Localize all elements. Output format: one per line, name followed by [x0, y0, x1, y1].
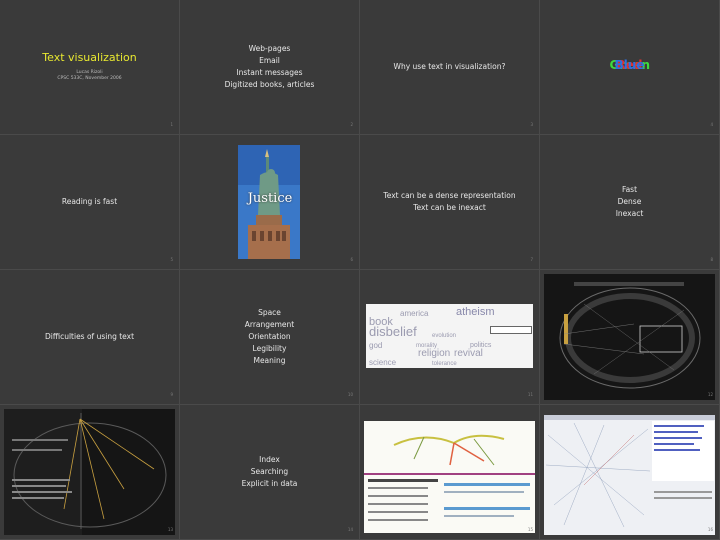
slide-line: Legibility: [252, 344, 287, 353]
slide-thumbnail-11[interactable]: atheism america book disbelief god relig…: [360, 270, 539, 404]
slide-text: Why use text in visualization?: [393, 62, 506, 71]
slide-number: 13: [167, 527, 173, 532]
slide-text: Difficulties of using text: [44, 332, 135, 341]
slide-line: Inexact: [615, 209, 644, 218]
presentation-title: Text visualization: [42, 51, 137, 64]
tag-word: disbelief: [369, 324, 417, 339]
slide-line: Text can be a dense representation: [383, 191, 516, 200]
dark-visualization-screenshot: [4, 409, 175, 535]
slide-number: 11: [527, 392, 533, 397]
slide-thumbnail-16[interactable]: 16: [540, 405, 719, 539]
slide-thumbnail-13[interactable]: 13: [0, 405, 179, 539]
tag-word: science: [369, 358, 397, 367]
slide-text: Reading is fast: [61, 197, 118, 206]
slide-line: Searching: [250, 467, 289, 476]
slide-thumbnail-8[interactable]: Fast Dense Inexact 8: [540, 135, 719, 269]
slide-thumbnail-9[interactable]: Difficulties of using text 9: [0, 270, 179, 404]
slide-thumbnail-7[interactable]: Text can be a dense representation Text …: [360, 135, 539, 269]
stroop-words: Green Red Blue: [610, 58, 651, 75]
slide-thumbnail-15[interactable]: 15: [360, 405, 539, 539]
word-tree-screenshot: [364, 421, 535, 533]
slide-number: 12: [707, 392, 713, 397]
graph-screenshot: [544, 415, 715, 535]
slide-number: 16: [707, 527, 713, 532]
slide-sorter-grid: Text visualization Lucas Rizoli CPSC 533…: [0, 0, 720, 540]
tag-word: atheism: [456, 306, 495, 318]
tag-word: america: [400, 309, 429, 318]
tag-word: politics: [470, 342, 492, 349]
slide-thumbnail-5[interactable]: Reading is fast 5: [0, 135, 179, 269]
slide-number: 14: [347, 527, 353, 532]
slide-line: Orientation: [248, 332, 291, 341]
slide-line: Email: [259, 56, 280, 65]
slide-line: Meaning: [253, 356, 286, 365]
slide-line: Text can be inexact: [413, 203, 486, 212]
slide-number: 10: [347, 392, 353, 397]
tag-cloud-image: atheism america book disbelief god relig…: [366, 304, 533, 368]
slide-number: 6: [350, 257, 353, 262]
tag-word: tolerance: [432, 361, 457, 367]
tag-word: god: [369, 341, 383, 350]
overlay-word: Justice: [247, 191, 293, 206]
slide-thumbnail-2[interactable]: Web-pages Email Instant messages Digitiz…: [180, 0, 359, 134]
slide-thumbnail-3[interactable]: Why use text in visualization? 3: [360, 0, 539, 134]
slide-number: 8: [710, 257, 713, 262]
slide-number: 7: [530, 257, 533, 262]
slide-number: 1: [170, 122, 173, 127]
slide-line: Explicit in data: [241, 479, 298, 488]
slide-number: 2: [350, 122, 353, 127]
slide-number: 9: [170, 392, 173, 397]
slide-line: Arrangement: [244, 320, 295, 329]
slide-thumbnail-12[interactable]: 12: [540, 270, 719, 404]
tag-word: morality: [416, 343, 438, 349]
dark-visualization-screenshot: [544, 274, 715, 400]
slide-thumbnail-6[interactable]: Justice 6: [180, 135, 359, 269]
slide-line: Instant messages: [236, 68, 303, 77]
tooltip-box: [490, 326, 532, 334]
slide-thumbnail-4[interactable]: Green Red Blue 4: [540, 0, 719, 134]
slide-number: 4: [710, 122, 713, 127]
slide-line: Dense: [617, 197, 642, 206]
slide-line: Space: [258, 308, 281, 317]
slide-number: 5: [170, 257, 173, 262]
slide-thumbnail-10[interactable]: Space Arrangement Orientation Legibility…: [180, 270, 359, 404]
course-info: CPSC 533C, November 2006: [57, 76, 122, 81]
slide-thumbnail-14[interactable]: Index Searching Explicit in data 14: [180, 405, 359, 539]
slide-line: Digitized books, articles: [224, 80, 315, 89]
slide-number: 3: [530, 122, 533, 127]
stroop-word-blue: Blue: [614, 58, 645, 72]
slide-number: 15: [527, 527, 533, 532]
slide-line: Web-pages: [248, 44, 291, 53]
slide-line: Fast: [621, 185, 638, 194]
slide-line: Index: [259, 455, 280, 464]
slide-thumbnail-1[interactable]: Text visualization Lucas Rizoli CPSC 533…: [0, 0, 179, 134]
